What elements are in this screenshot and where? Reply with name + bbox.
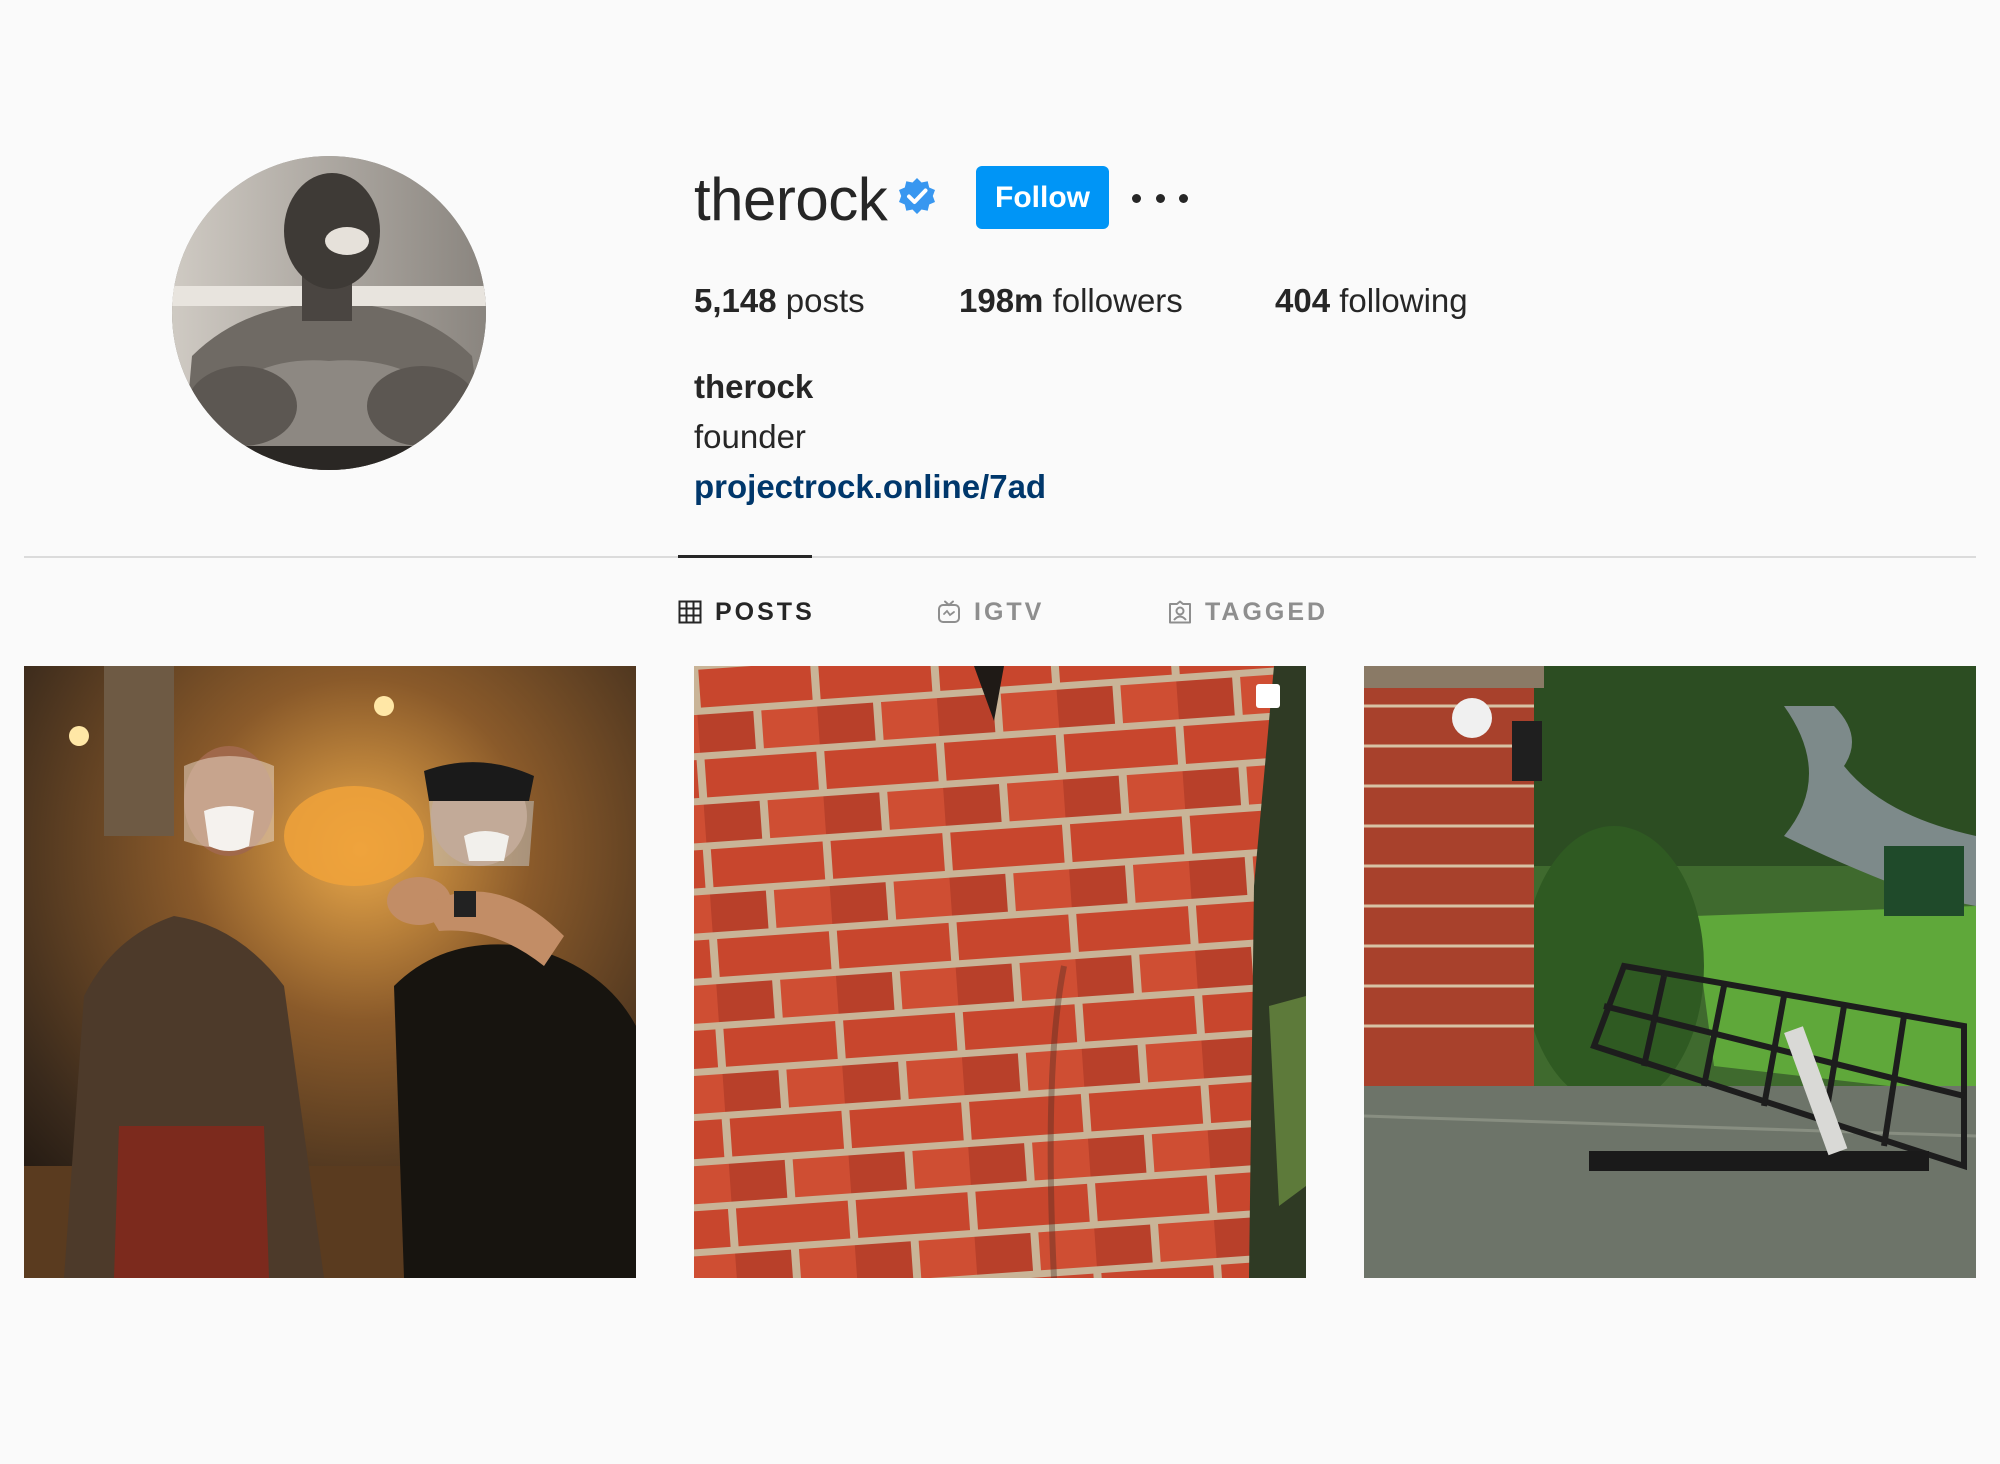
tab-igtv[interactable]: IGTV [937,594,1044,630]
post-thumbnail-3[interactable] [1364,666,1976,1278]
posts-stat: 5,148 posts [694,276,865,326]
tab-posts[interactable]: POSTS [678,594,815,630]
tab-igtv-label: IGTV [974,597,1045,626]
profile-link[interactable]: projectrock.online/7ad [694,462,1046,512]
post-image [1364,666,1976,1278]
profile-username: therock [694,166,888,233]
grid-icon [678,600,702,624]
tab-tagged[interactable]: TAGGED [1168,594,1328,630]
post-thumbnail-1[interactable] [24,666,636,1278]
dot-icon [1132,193,1141,203]
profile-full-name: therock [694,368,814,405]
posts-count: 5,148 [694,282,777,319]
following-count: 404 [1275,282,1331,319]
profile-bio: founder [694,418,806,455]
followers-label: followers [1052,282,1183,319]
tabs-divider [24,556,1976,558]
tab-tagged-label: TAGGED [1205,597,1329,626]
follow-button[interactable]: Follow [976,166,1109,229]
carousel-icon [1256,684,1280,708]
igtv-icon [938,600,960,623]
tagged-icon [1169,600,1191,624]
dot-icon [1155,193,1165,203]
followers-stat[interactable]: 198m followers [959,276,1183,326]
post-thumbnail-2[interactable] [694,666,1306,1278]
tab-posts-label: POSTS [715,597,815,626]
post-image [694,666,1306,1278]
followers-count: 198m [959,282,1044,319]
more-options-icon[interactable] [1132,178,1188,218]
post-image [24,666,636,1278]
verified-badge-icon [899,178,935,214]
active-tab-indicator [678,555,812,558]
posts-label: posts [785,282,865,319]
following-stat[interactable]: 404 following [1275,276,1468,326]
following-label: following [1339,282,1468,319]
profile-avatar[interactable] [172,156,486,470]
dot-icon [1179,193,1188,203]
